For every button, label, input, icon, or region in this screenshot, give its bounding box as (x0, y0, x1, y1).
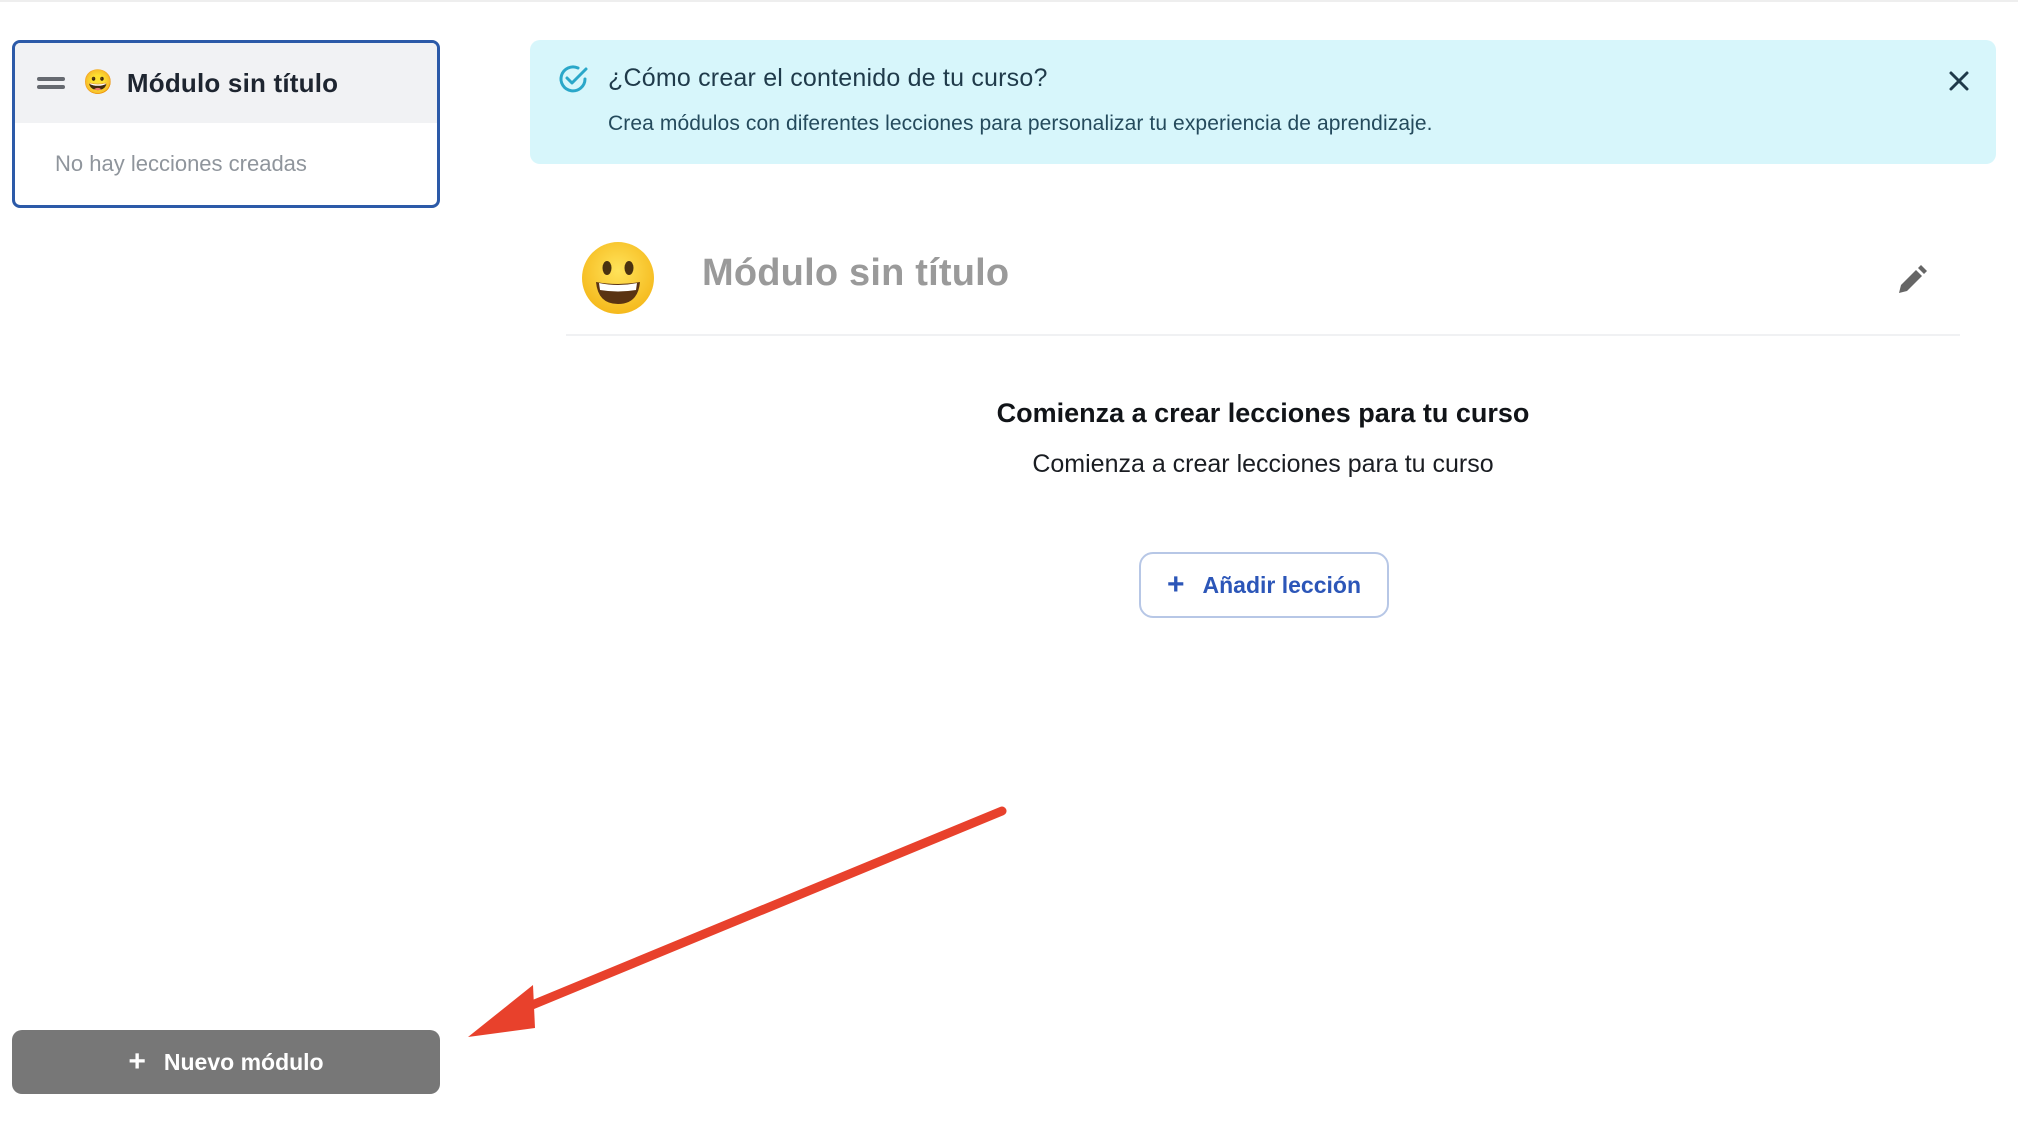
plus-icon: + (1166, 568, 1185, 601)
info-banner: ¿Cómo crear el contenido de tu curso? Cr… (530, 40, 1996, 164)
module-title[interactable]: Módulo sin título (702, 252, 1009, 295)
module-emoji-icon: 😀 (83, 69, 113, 96)
add-lesson-label: Añadir lección (1202, 571, 1361, 598)
module-header: Módulo sin título (566, 232, 1960, 336)
top-divider (0, 0, 2018, 2)
module-card-header[interactable]: 😀 Módulo sin título (15, 43, 437, 123)
plus-icon: + (128, 1045, 146, 1078)
empty-state-subtitle: Comienza a crear lecciones para tu curso (1032, 450, 1494, 478)
info-banner-text: Crea módulos con diferentes lecciones pa… (608, 112, 1433, 135)
pencil-icon[interactable] (1894, 264, 1928, 298)
drag-handle-icon[interactable] (37, 77, 65, 89)
add-lesson-button[interactable]: + Añadir lección (1139, 552, 1389, 618)
module-card-title: Módulo sin título (126, 67, 339, 98)
info-banner-title: ¿Cómo crear el contenido de tu curso? (608, 64, 1048, 92)
new-module-label: Nuevo módulo (163, 1048, 324, 1075)
sidebar-module-card[interactable]: 😀 Módulo sin título No hay lecciones cre… (12, 40, 440, 208)
empty-state-title: Comienza a crear lecciones para tu curso (996, 398, 1530, 428)
no-lessons-text: No hay lecciones creadas (55, 151, 307, 176)
grinning-face-icon[interactable] (580, 240, 656, 316)
course-content-editor: 😀 Módulo sin título No hay lecciones cre… (0, 0, 2018, 1138)
new-module-button[interactable]: + Nuevo módulo (12, 1030, 440, 1094)
close-icon[interactable] (1944, 66, 1974, 96)
check-circle-icon (559, 65, 588, 93)
